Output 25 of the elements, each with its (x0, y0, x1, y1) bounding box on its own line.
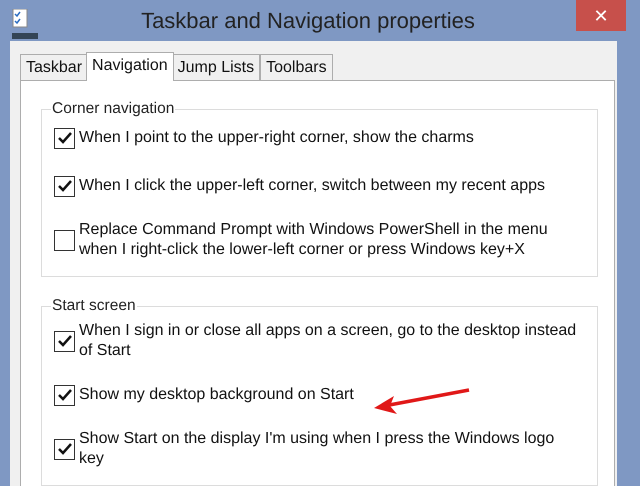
option-label: When I point to the upper-right corner, show the charms (79, 128, 474, 148)
check-icon (58, 443, 72, 455)
checkbox[interactable] (54, 128, 75, 148)
tab[interactable]: Taskbar (20, 54, 88, 81)
checkbox[interactable] (54, 330, 75, 352)
checkbox[interactable] (54, 176, 75, 196)
group-title: Corner navigation (51, 100, 176, 118)
tab[interactable]: Navigation (86, 52, 174, 81)
tab[interactable]: Jump Lists (172, 54, 260, 81)
option-label: Replace Command Prompt with Windows PowerShell in the menu when I right-click the lower-left corner or press Windows key+X (79, 220, 549, 260)
checkbox[interactable] (54, 438, 75, 460)
check-icon (58, 180, 72, 192)
check-icon (58, 389, 72, 401)
window-title: Taskbar and Navigation properties (140, 7, 476, 34)
checkbox[interactable] (54, 230, 75, 250)
check-icon (58, 132, 72, 144)
option-label: Show Start on the display I'm using when I press the Windows logo key (79, 429, 556, 469)
close-button[interactable]: ✕ (576, 0, 626, 31)
checkbox[interactable] (54, 384, 75, 406)
tab[interactable]: Toolbars (260, 54, 333, 81)
option-label: Show my desktop background on Start (79, 385, 354, 405)
app-icon (12, 9, 40, 41)
option-label: When I click the upper-left corner, switch between my recent apps (79, 176, 545, 196)
check-icon (58, 335, 72, 347)
option-label: When I sign in or close all apps on a screen, go to the desktop instead of Start (79, 321, 578, 361)
